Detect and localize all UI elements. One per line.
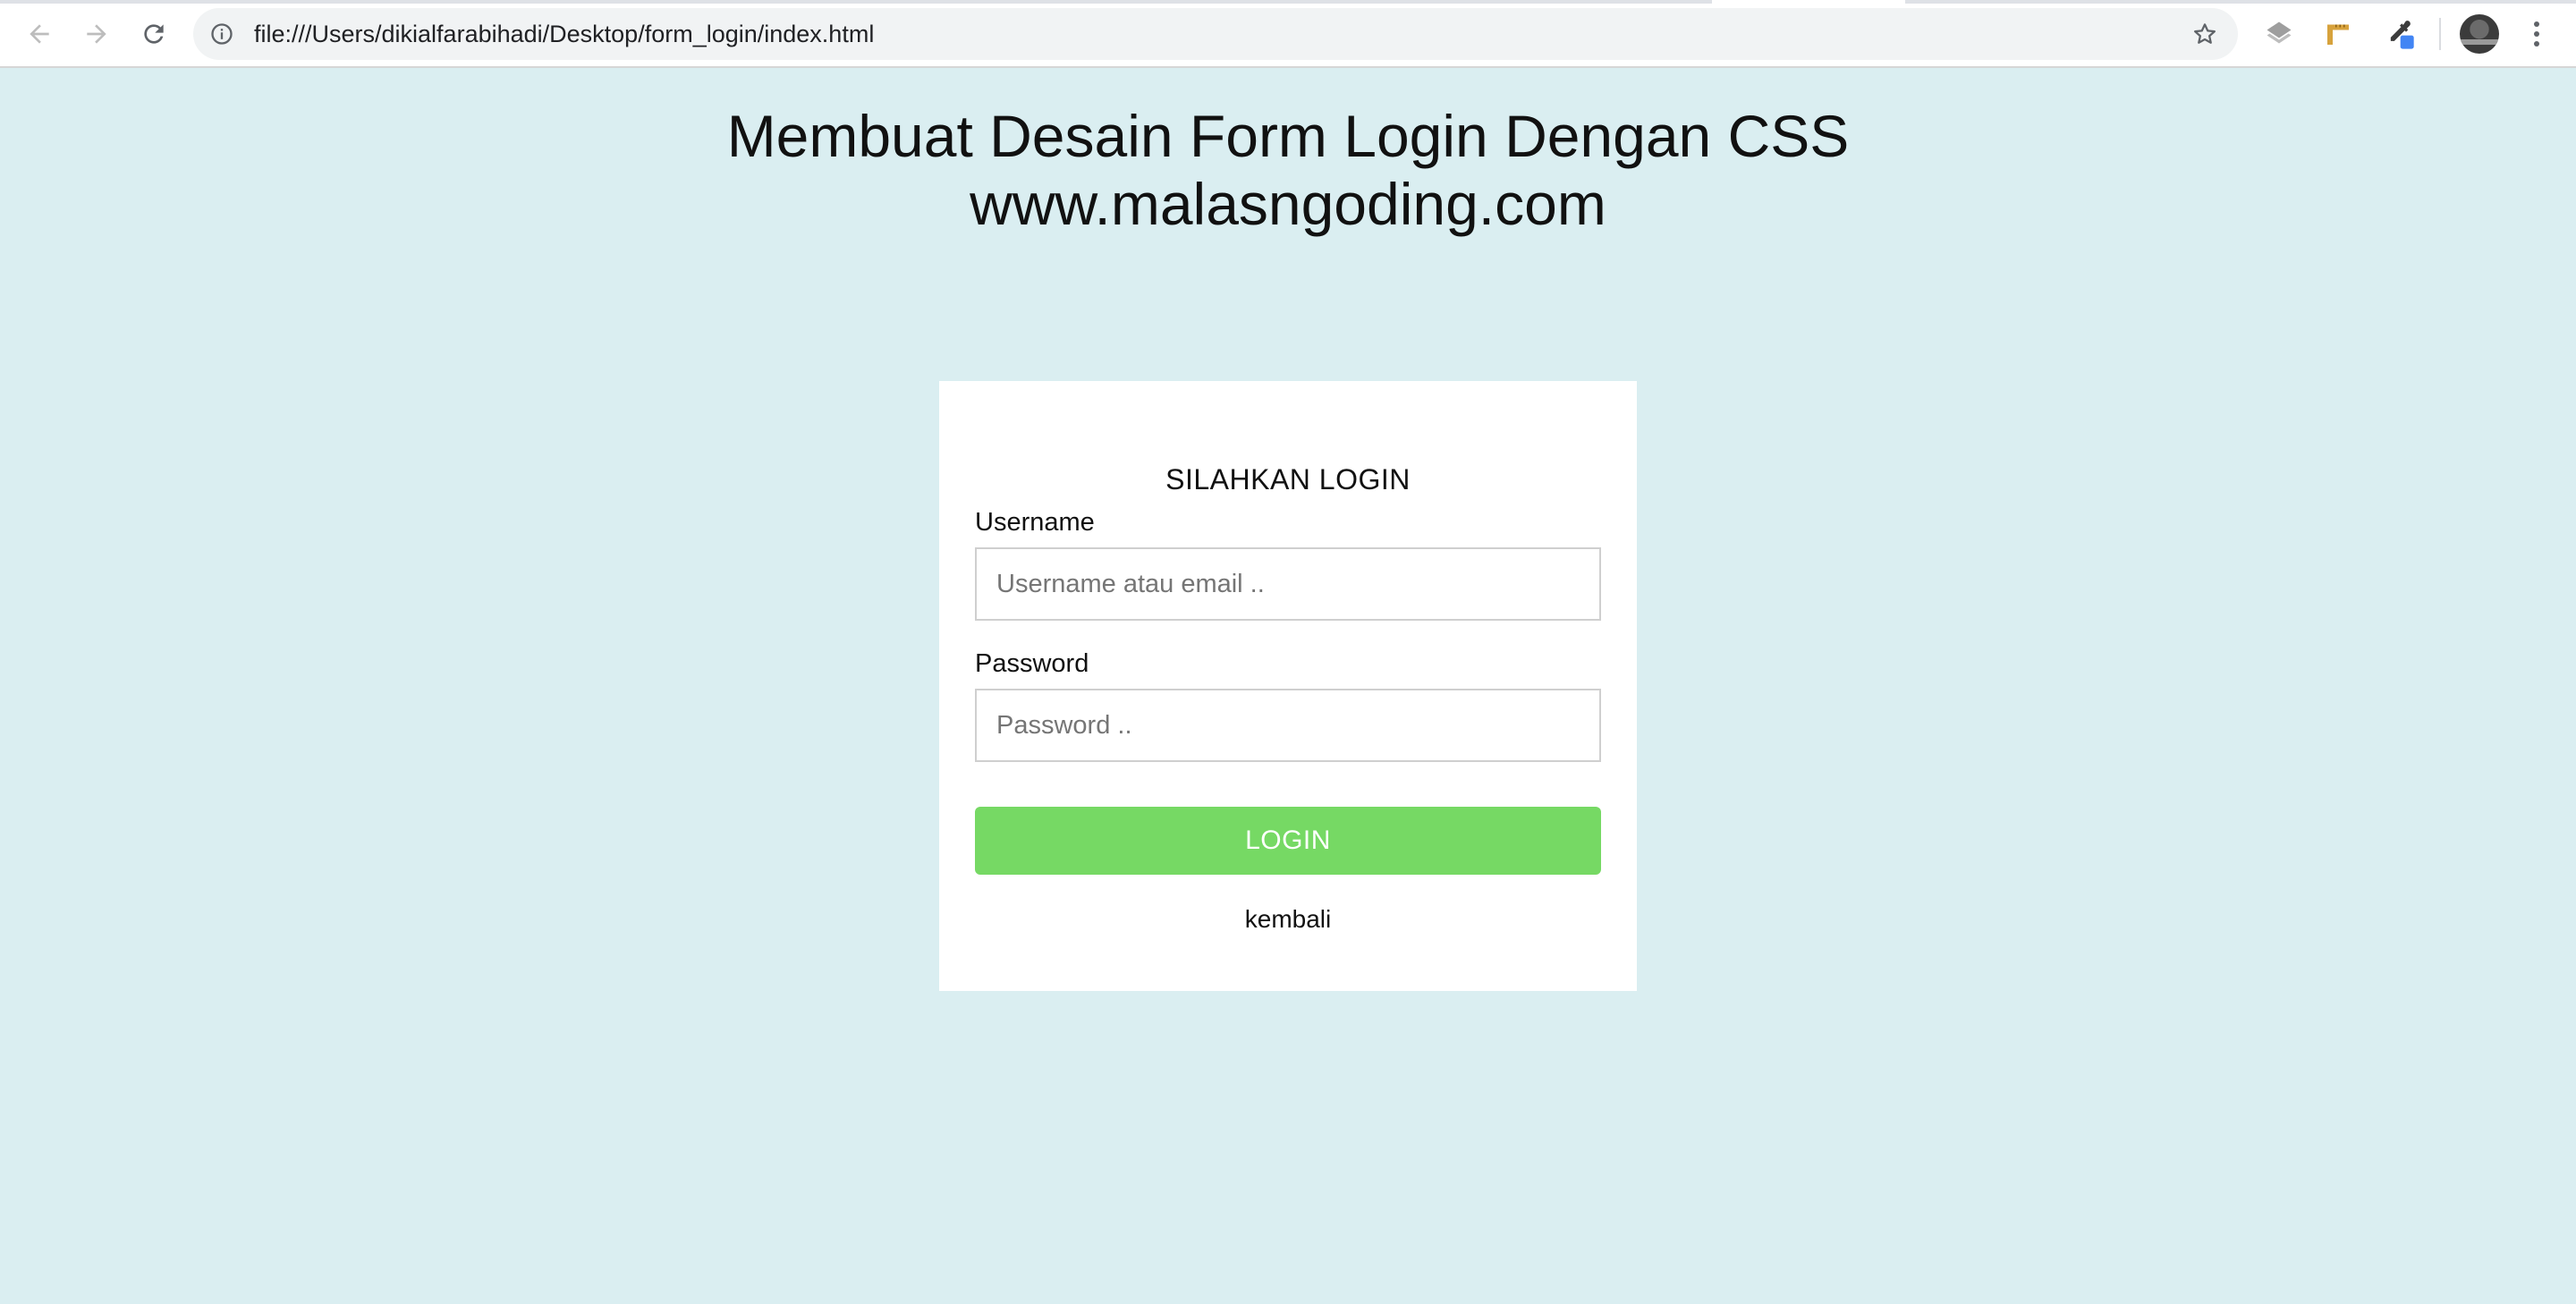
reload-button[interactable] (136, 16, 172, 52)
login-button[interactable]: LOGIN (975, 807, 1601, 875)
username-input[interactable] (975, 547, 1601, 621)
arrow-right-icon (87, 24, 106, 44)
more-vertical-icon[interactable] (2524, 16, 2549, 52)
back-link[interactable]: kembali (939, 905, 1637, 934)
address-bar[interactable]: file:///Users/dikialfarabihadi/Desktop/f… (193, 8, 2238, 60)
username-label: Username (975, 508, 1095, 537)
reload-icon (144, 24, 164, 44)
page-title: Membuat Desain Form Login Dengan CSS www… (0, 102, 2576, 238)
page-body: Membuat Desain Form Login Dengan CSS www… (0, 68, 2576, 1304)
arrow-left-icon (30, 24, 49, 44)
back-button[interactable] (21, 16, 57, 52)
browser-toolbar: file:///Users/dikialfarabihadi/Desktop/f… (0, 0, 2576, 68)
eyedropper-extension-icon (2390, 21, 2414, 49)
password-input[interactable] (975, 689, 1601, 762)
password-label: Password (975, 649, 1089, 678)
layers-extension-icon (2267, 21, 2292, 44)
ruler-extension-icon (2327, 24, 2349, 45)
eyedropper-extension-button[interactable] (2381, 16, 2417, 52)
info-icon[interactable] (209, 21, 234, 47)
star-icon[interactable] (2191, 21, 2218, 47)
page-title-line1: Membuat Desain Form Login Dengan CSS (726, 103, 1850, 169)
page-title-line2: www.malasngoding.com (970, 171, 1606, 237)
url-text[interactable]: file:///Users/dikialfarabihadi/Desktop/f… (254, 8, 874, 60)
avatar[interactable] (2460, 14, 2499, 54)
login-title: SILAHKAN LOGIN (1165, 463, 1411, 495)
toolbar-separator (2439, 18, 2441, 50)
active-tab-indicator (1712, 0, 1905, 4)
forward-button[interactable] (79, 16, 114, 52)
layers-extension-button[interactable] (2261, 16, 2297, 52)
tab-strip (0, 0, 2576, 4)
login-card: SILAHKAN LOGIN Username Password LOGIN k… (939, 381, 1637, 991)
ruler-extension-button[interactable] (2320, 16, 2356, 52)
